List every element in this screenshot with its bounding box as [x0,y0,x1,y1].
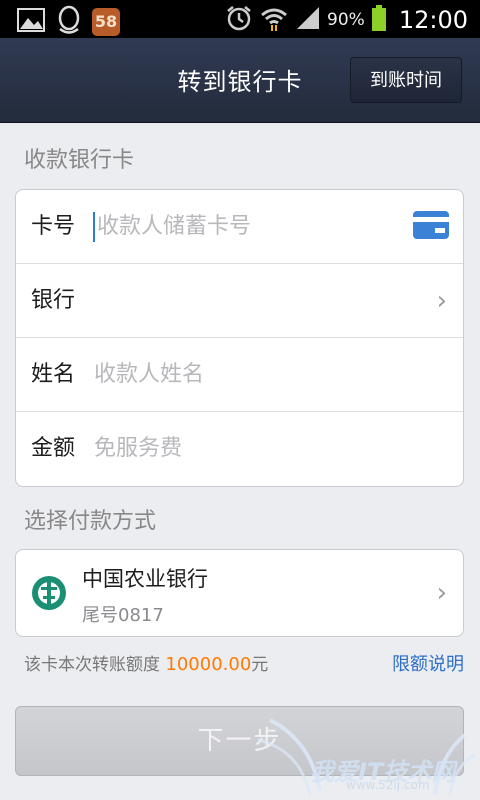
name-label: 姓名 [31,362,76,387]
card-number-row[interactable]: 卡号 收款人储蓄卡号 [16,190,463,264]
status-bar: 58 90% 12:00 [0,0,480,38]
payment-method-card[interactable]: 中国农业银行 尾号0817 › [15,549,464,637]
payment-bank-row[interactable]: 中国农业银行 尾号0817 › [16,550,463,636]
qq-icon [56,5,82,39]
bank-card-icon[interactable] [413,211,449,243]
amount-row[interactable]: 金额 免服务费 [16,412,463,486]
battery-percent: 90% [327,10,365,30]
limit-unit: 元 [251,655,269,675]
receiver-section-label: 收款银行卡 [24,148,135,173]
card-number-input[interactable]: 收款人储蓄卡号 [97,190,251,264]
watermark-url: www.52ij.com [346,778,430,792]
chevron-right-icon: › [436,578,447,608]
card-number-label: 卡号 [31,214,76,239]
receiver-form: 卡号 收款人储蓄卡号 银行 › 姓名 收款人姓名 金额 免服务费 [15,189,464,487]
payment-card-tail: 尾号0817 [82,605,164,626]
amount-input[interactable]: 免服务费 [94,412,182,486]
notification-badge: 58 [92,8,120,36]
bank-row[interactable]: 银行 › [16,264,463,338]
arrival-time-button[interactable]: 到账时间 [350,57,462,103]
abc-bank-logo-icon [30,574,68,616]
payment-bank-name: 中国农业银行 [82,567,208,591]
limit-explanation-link[interactable]: 限额说明 [392,650,464,676]
chevron-right-icon: › [436,286,447,316]
clock: 12:00 [398,6,468,34]
wifi-icon [259,4,289,36]
amount-label: 金额 [31,436,76,461]
battery-icon [371,4,387,36]
signal-icon [295,5,321,35]
gallery-icon [16,6,46,38]
name-row[interactable]: 姓名 收款人姓名 [16,338,463,412]
limit-info: 该卡本次转账额度 10000.00元 [24,650,268,675]
alarm-icon [225,4,253,36]
payment-section-label: 选择付款方式 [24,509,157,534]
name-input[interactable]: 收款人姓名 [94,338,204,412]
limit-amount: 10000.00 [165,654,252,675]
title-bar: 转到银行卡 到账时间 [0,38,480,123]
text-caret [93,212,95,242]
bank-label: 银行 [31,288,76,313]
limit-prefix: 该卡本次转账额度 [24,655,160,675]
